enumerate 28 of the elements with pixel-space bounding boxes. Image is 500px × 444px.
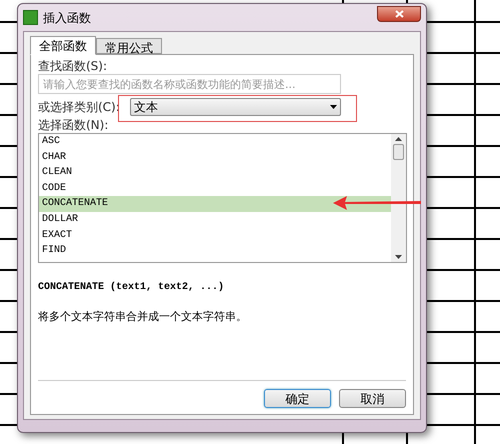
dialog-button[interactable]: 确定	[264, 389, 331, 408]
window-title: 插入函数	[43, 10, 91, 26]
function-item[interactable]: ASC	[39, 134, 391, 150]
function-item[interactable]: CLEAN	[39, 165, 391, 181]
scroll-down-icon[interactable]	[395, 255, 402, 259]
scroll-up-icon[interactable]	[395, 137, 402, 141]
function-description: 将多个文本字符串合并成一个文本字符串。	[38, 309, 248, 325]
app-logo-icon	[23, 10, 38, 25]
tab[interactable]: 全部函数	[30, 36, 96, 55]
search-field[interactable]: 请输入您要查找的函数名称或函数功能的简要描述...	[38, 74, 341, 94]
category-dropdown[interactable]: 文本	[130, 98, 341, 116]
function-item[interactable]: CODE	[39, 180, 391, 196]
close-button[interactable]	[377, 6, 421, 22]
close-icon	[394, 10, 404, 18]
function-item[interactable]: CHAR	[39, 150, 391, 166]
function-item[interactable]: DOLLAR	[39, 212, 391, 228]
function-item[interactable]: CONCATENATE	[39, 196, 391, 212]
function-item[interactable]: FIND	[39, 243, 391, 259]
search-label: 查找函数(S):	[38, 58, 108, 74]
category-label: 或选择类别(C):	[38, 98, 121, 116]
function-item[interactable]: EXACT	[39, 228, 391, 244]
list-label: 选择函数(N):	[38, 117, 110, 133]
scrollbar[interactable]	[391, 134, 406, 262]
dropdown-arrow-icon	[330, 104, 337, 108]
dialog-button[interactable]: 取消	[339, 389, 406, 408]
scroll-thumb[interactable]	[393, 144, 404, 160]
function-signature: CONCATENATE (text1, text2, ...)	[38, 280, 226, 295]
tab[interactable]: 常用公式	[96, 38, 162, 54]
